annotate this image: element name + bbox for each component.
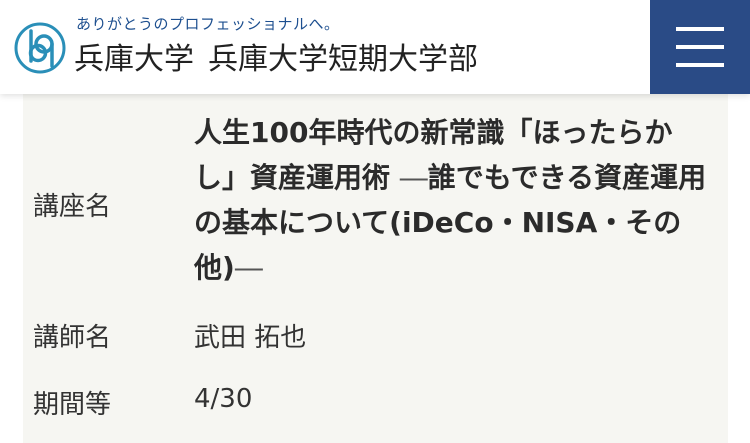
tagline: ありがとうのプロフェッショナルへ。 [76,15,340,33]
course-info-table: 講座名 人生100年時代の新常識「ほったらかし」資産運用術 ―誰でもできる資産運… [23,94,728,443]
home-logo-link[interactable]: ありがとうのプロフェッショナルへ。 兵庫大学 兵庫大学短期大学部 [12,10,532,86]
period-value: 4/30 [194,384,253,414]
lecturer-label: 講師名 [33,323,112,353]
university-name: 兵庫大学 [74,42,194,77]
hamburger-menu-icon [676,27,724,31]
hb-logo-icon [14,22,66,74]
university-names: 兵庫大学 兵庫大学短期大学部 [74,34,478,78]
course-title-dash-close: ― [234,251,263,284]
site-header: ありがとうのプロフェッショナルへ。 兵庫大学 兵庫大学短期大学部 [0,0,750,94]
period-label: 期間等 [33,390,112,420]
hamburger-menu-icon-bar-middle [676,45,724,49]
course-title-dash-open: ― [399,161,428,194]
menu-button[interactable] [650,0,750,94]
college-name: 兵庫大学短期大学部 [208,42,478,77]
course-name-label: 講座名 [33,192,112,222]
hamburger-menu-icon-bar-bottom [676,63,724,67]
course-title: 人生100年時代の新常識「ほったらかし」資産運用術 ―誰でもできる資産運用の基本… [194,110,714,290]
lecturer-name: 武田 拓也 [194,323,307,353]
